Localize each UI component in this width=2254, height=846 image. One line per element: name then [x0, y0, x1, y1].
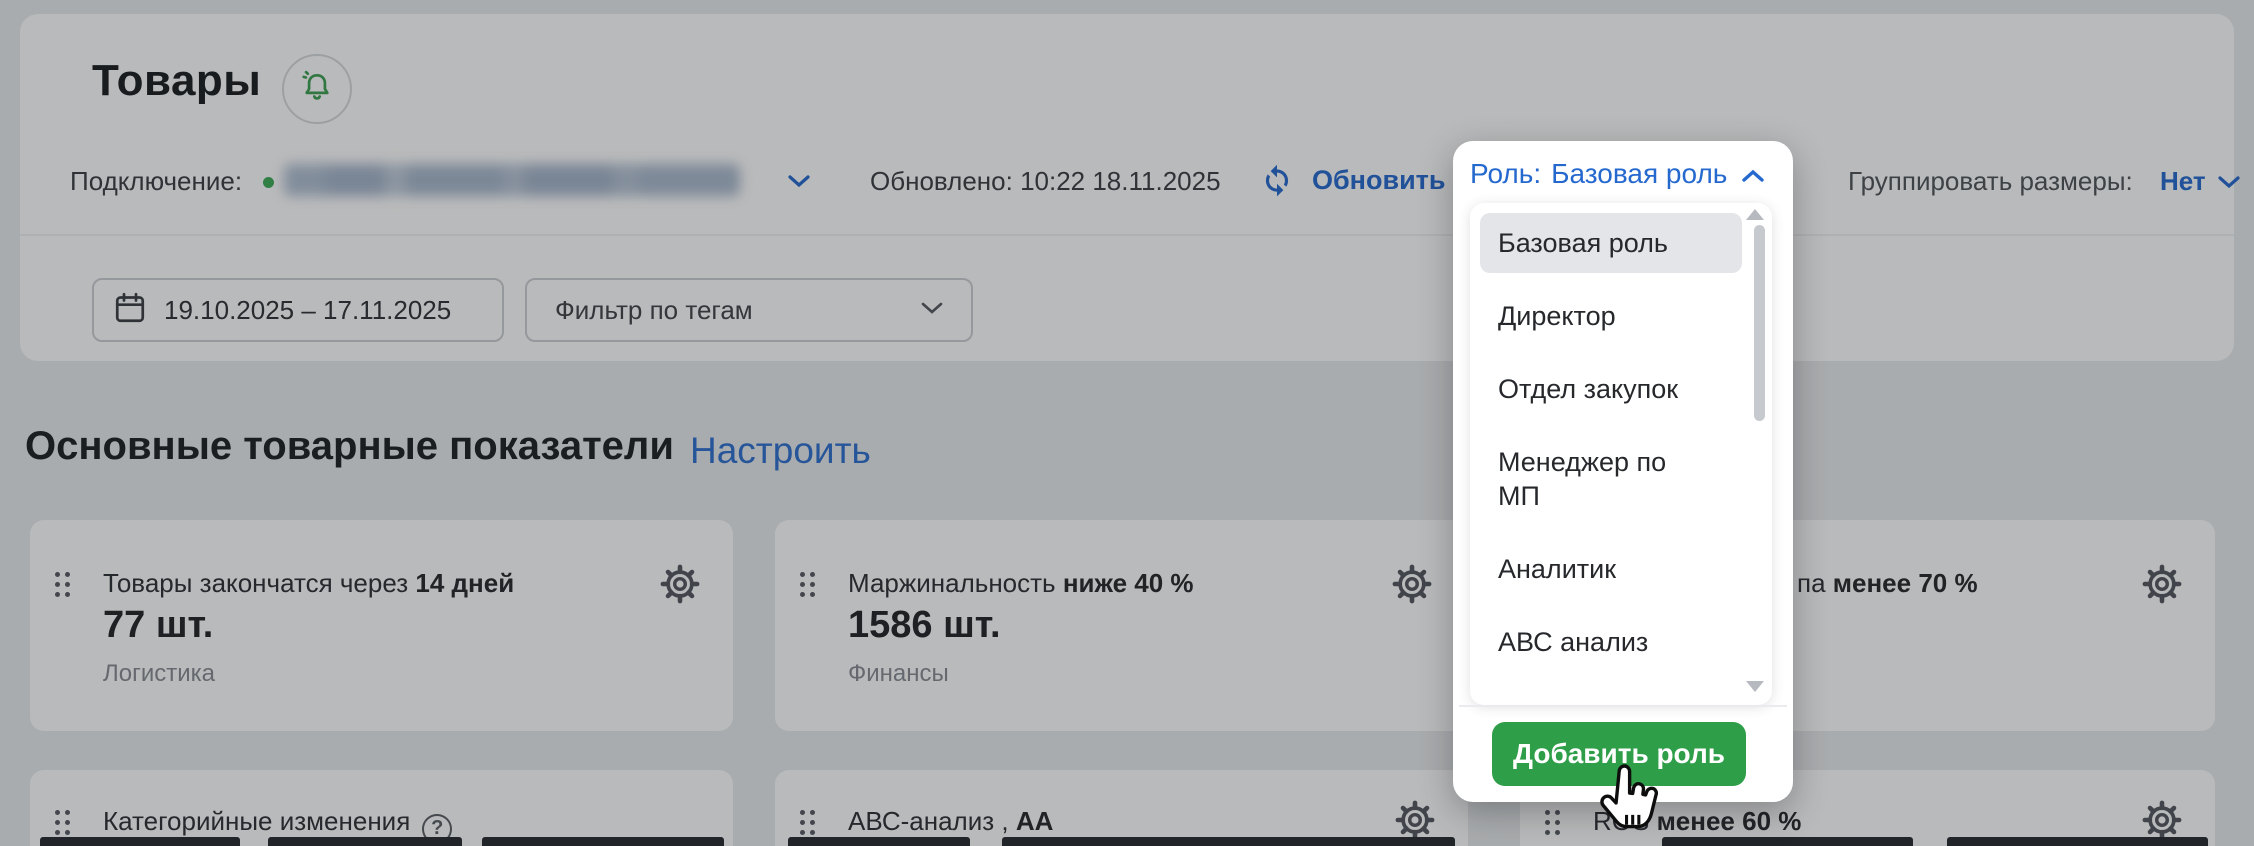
scroll-up-arrow-icon[interactable]: [1746, 209, 1764, 220]
role-options-list: Базовая роль Директор Отдел закупок Мене…: [1470, 203, 1772, 705]
role-option[interactable]: Отдел закупок: [1480, 359, 1742, 419]
role-dropdown-popup: Роль: Базовая роль Базовая роль Директор…: [1453, 141, 1793, 802]
hand-cursor-icon: [1592, 762, 1666, 846]
role-label: Роль:: [1470, 158, 1541, 190]
role-option-selected[interactable]: Базовая роль: [1480, 213, 1742, 273]
modal-dim-overlay: [0, 0, 2254, 846]
scroll-down-arrow-icon[interactable]: [1746, 681, 1764, 692]
products-dashboard: Товары Подключение: Обновлено: 10:22 18.…: [0, 0, 2254, 846]
chevron-up-icon: [1739, 160, 1767, 192]
role-selector-trigger[interactable]: Роль: Базовая роль: [1470, 156, 1767, 192]
role-option[interactable]: АВС анализ: [1480, 612, 1742, 672]
role-option[interactable]: Аналитик: [1480, 539, 1742, 599]
scrollbar-thumb[interactable]: [1754, 225, 1765, 421]
popup-divider: [1459, 705, 1787, 707]
role-option[interactable]: Директор: [1480, 286, 1742, 346]
role-option[interactable]: Менеджер по МП: [1480, 432, 1742, 526]
role-value: Базовая роль: [1551, 158, 1727, 190]
